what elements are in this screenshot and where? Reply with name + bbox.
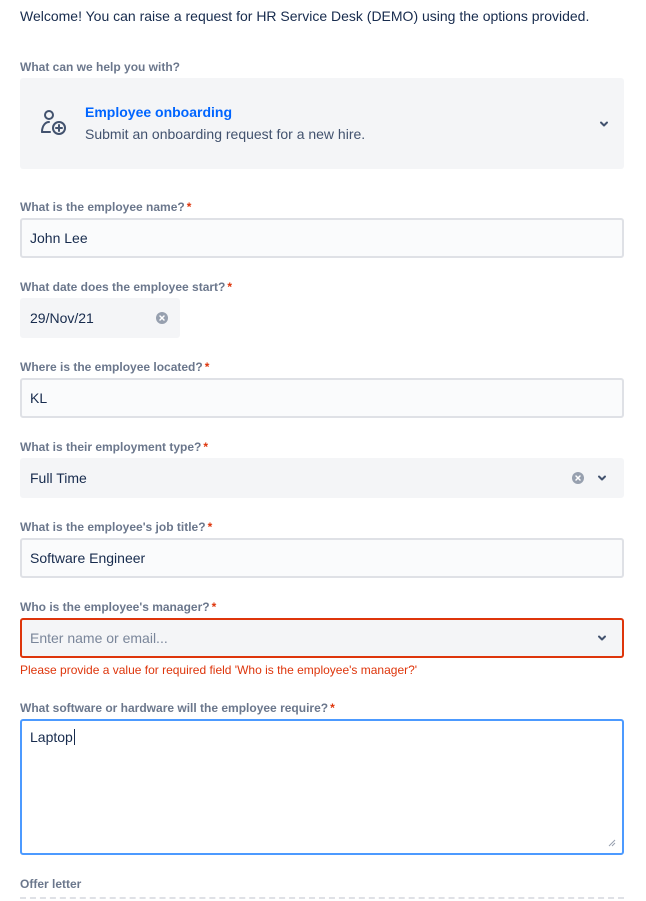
start-date-value: 29/Nov/21 <box>30 310 94 326</box>
software-label: What software or hardware will the emplo… <box>20 701 335 715</box>
request-type-label: What can we help you with? <box>20 60 181 74</box>
user-add-icon <box>41 110 66 135</box>
software-value: Laptop <box>30 729 73 745</box>
text-cursor <box>73 729 75 745</box>
location-label: Where is the employee located? * <box>20 360 210 374</box>
employee-name-value: John Lee <box>30 230 88 246</box>
location-input[interactable]: KL <box>20 378 624 418</box>
chevron-down-icon[interactable] <box>596 472 608 484</box>
employment-type-label: What is their employment type? * <box>20 440 209 454</box>
manager-select[interactable]: Enter name or email... <box>20 618 624 658</box>
manager-placeholder: Enter name or email... <box>30 630 168 646</box>
attachment-dropzone[interactable] <box>20 897 624 901</box>
location-value: KL <box>30 390 48 406</box>
chevron-down-icon <box>600 121 608 126</box>
manager-error-message: Please provide a value for required fiel… <box>20 663 418 677</box>
request-type-select[interactable]: Employee onboarding Submit an onboarding… <box>20 78 624 169</box>
chevron-down-icon[interactable] <box>596 632 608 644</box>
employee-name-label: What is the employee name? * <box>20 200 192 214</box>
employment-type-select[interactable]: Full Time <box>20 458 624 498</box>
start-date-picker[interactable]: 29/Nov/21 <box>20 298 180 338</box>
job-title-value: Software Engineer <box>30 550 146 566</box>
job-title-input[interactable]: Software Engineer <box>20 538 624 578</box>
resize-handle-icon[interactable] <box>608 839 616 847</box>
clear-icon[interactable] <box>156 312 168 324</box>
manager-label: Who is the employee's manager? * <box>20 600 217 614</box>
clear-icon[interactable] <box>572 472 584 484</box>
welcome-message: Welcome! You can raise a request for HR … <box>20 8 590 24</box>
employment-type-value: Full Time <box>30 470 87 486</box>
request-type-description: Submit an onboarding request for a new h… <box>85 126 366 142</box>
offer-letter-label: Offer letter <box>20 877 82 891</box>
employee-name-input[interactable]: John Lee <box>20 218 624 258</box>
software-textarea[interactable]: Laptop <box>20 719 624 855</box>
job-title-label: What is the employee's job title? * <box>20 520 213 534</box>
request-type-title: Employee onboarding <box>85 104 233 120</box>
start-date-label: What date does the employee start? * <box>20 280 233 294</box>
